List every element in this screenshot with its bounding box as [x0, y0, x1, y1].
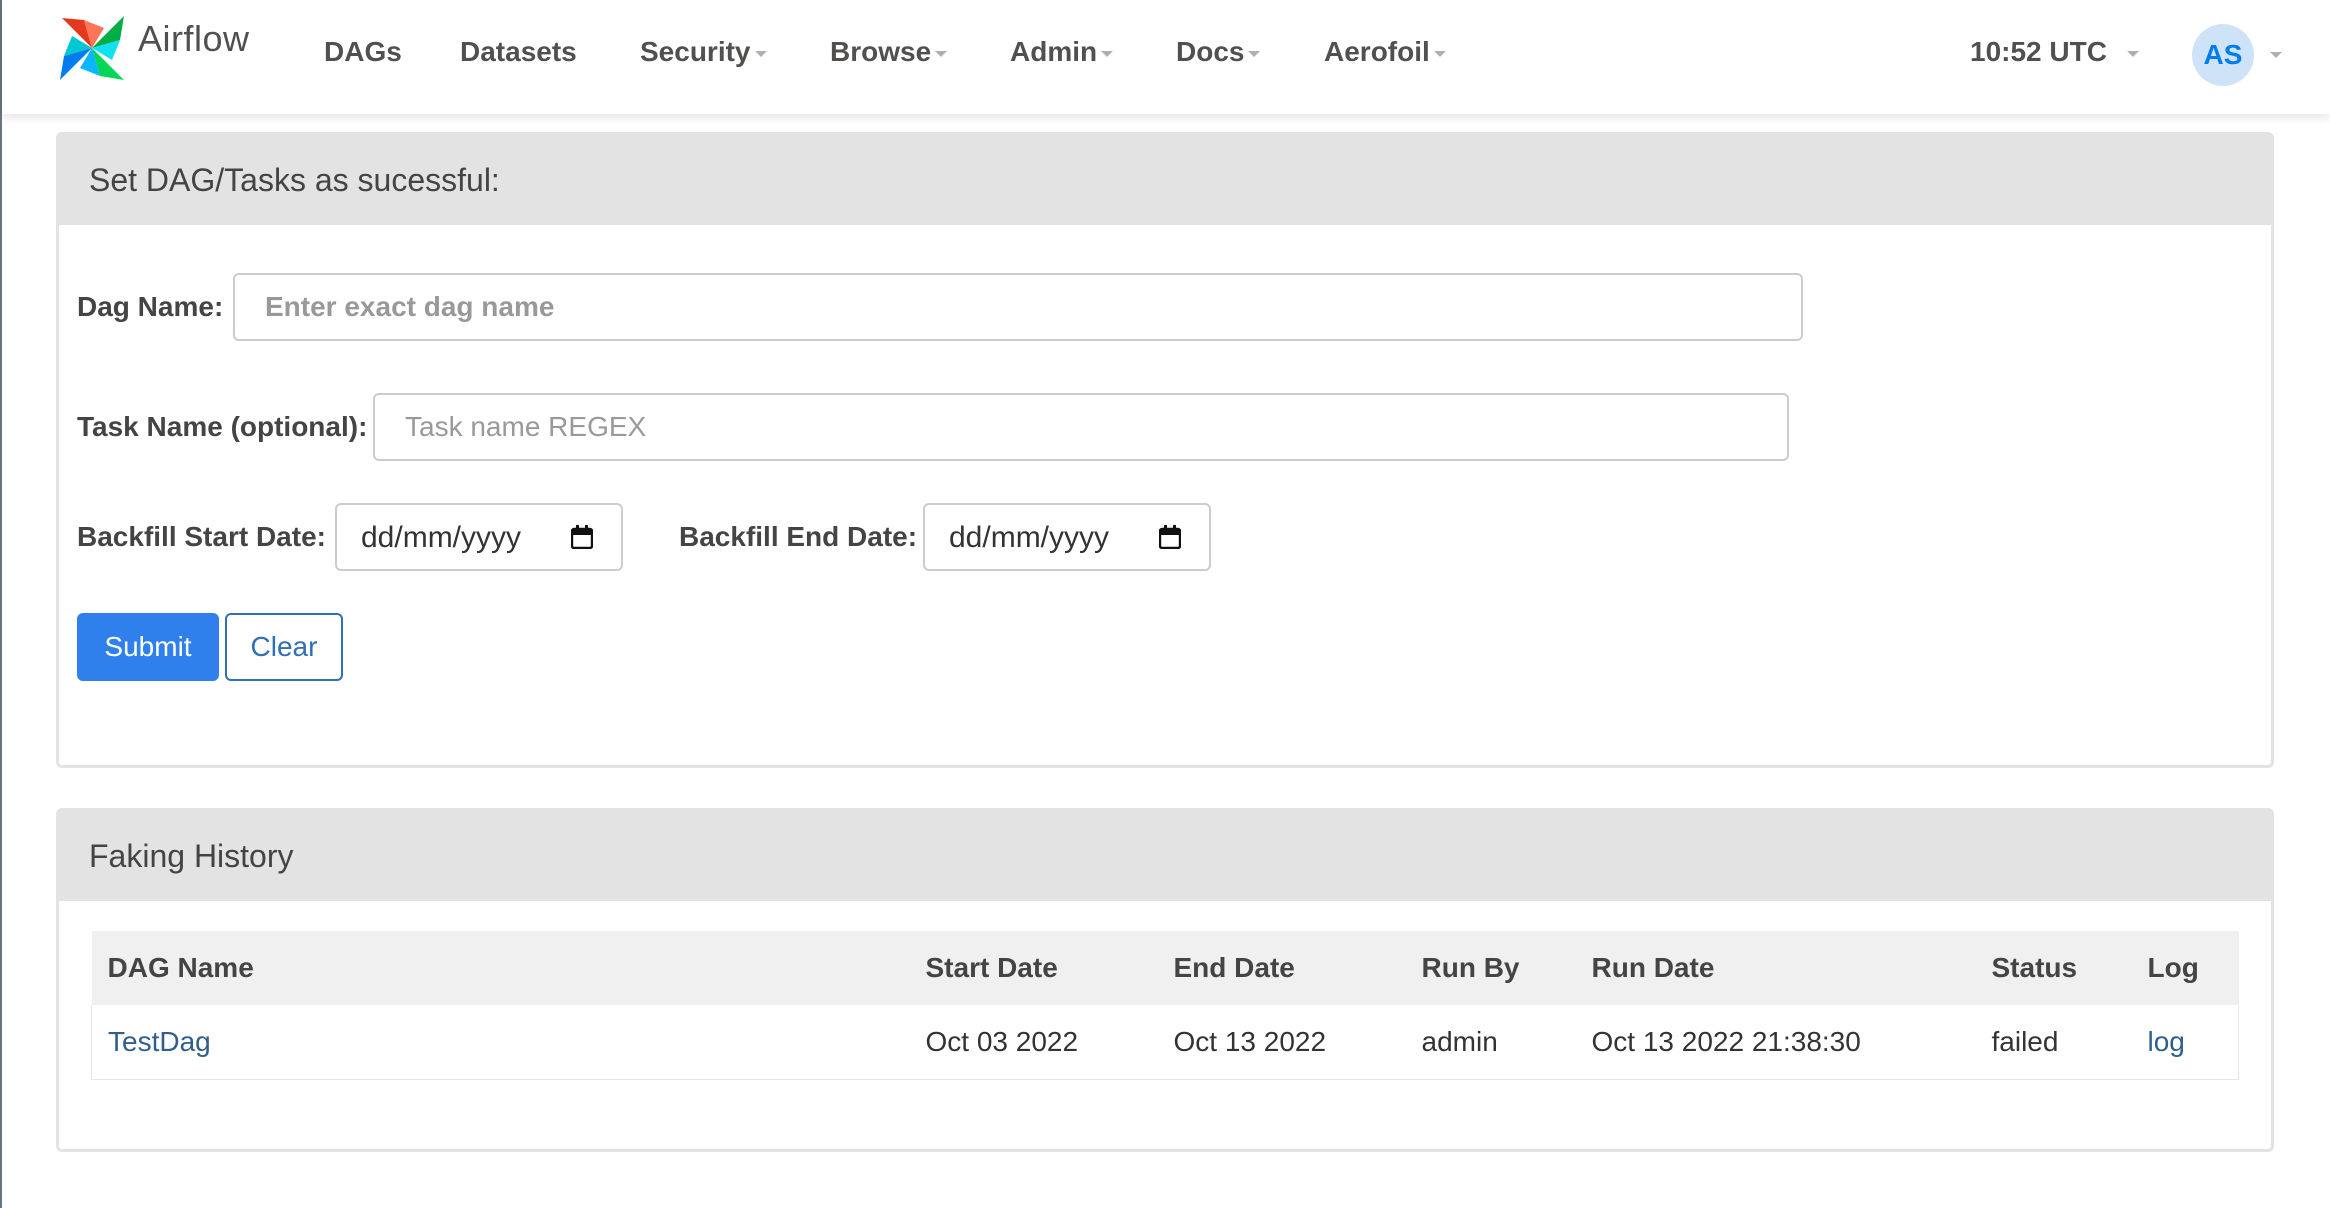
dag-name-cell: TestDag	[91, 1005, 910, 1080]
window-edge	[0, 0, 2, 1208]
end-date-label: Backfill End Date:	[679, 521, 918, 552]
nav-admin[interactable]: Admin	[1010, 30, 1114, 74]
run-by-cell: admin	[1405, 1005, 1576, 1080]
chevron-down-icon	[935, 50, 948, 57]
column-header-run-by: Run By	[1405, 931, 1576, 1005]
user-avatar[interactable]: AS	[2192, 24, 2254, 86]
brand-logo-link[interactable]: Airflow	[54, 10, 250, 86]
column-header-end-date: End Date	[1157, 931, 1406, 1005]
nav-browse[interactable]: Browse	[830, 30, 948, 74]
faking-history-panel: Faking History DAG Name Start Date End D…	[56, 808, 2274, 1152]
run-date-cell: Oct 13 2022 21:38:30	[1575, 1005, 1976, 1080]
dag-link[interactable]: TestDag	[108, 1026, 211, 1057]
chevron-down-icon	[2126, 50, 2139, 57]
log-link[interactable]: log	[2148, 1026, 2185, 1057]
log-cell: log	[2131, 1005, 2239, 1080]
dag-name-label: Dag Name:	[77, 291, 224, 322]
nav-aerofoil[interactable]: Aerofoil	[1324, 30, 1446, 74]
start-date-input[interactable]: dd/mm/yyyy	[335, 503, 623, 571]
panel-title: Faking History	[59, 811, 2271, 901]
start-date-label: Backfill Start Date:	[77, 521, 326, 552]
chevron-down-icon	[1433, 50, 1446, 57]
chevron-down-icon	[1101, 50, 1114, 57]
end-date-value: dd/mm/yyyy	[949, 521, 1110, 554]
column-header-log: Log	[2131, 931, 2239, 1005]
end-date-input[interactable]: dd/mm/yyyy	[923, 503, 1211, 571]
task-name-label: Task Name (optional):	[77, 411, 368, 442]
clear-button[interactable]: Clear	[225, 613, 343, 681]
column-header-status: Status	[1975, 931, 2132, 1005]
top-navbar: Airflow DAGs Datasets Security Browse Ad…	[2, 0, 2330, 114]
nav-docs[interactable]: Docs	[1176, 30, 1261, 74]
start-date-value: dd/mm/yyyy	[361, 521, 522, 554]
status-cell: failed	[1975, 1005, 2132, 1080]
calendar-icon[interactable]	[571, 525, 593, 549]
task-name-input[interactable]	[373, 393, 1789, 461]
panel-title: Set DAG/Tasks as sucessful:	[59, 135, 2271, 225]
dag-name-input[interactable]	[233, 273, 1803, 341]
calendar-icon[interactable]	[1159, 525, 1181, 549]
chevron-down-icon	[1248, 50, 1261, 57]
start-date-cell: Oct 03 2022	[909, 1005, 1158, 1080]
clock-time: 10:52 UTC	[1970, 36, 2107, 67]
column-header-run-date: Run Date	[1575, 931, 1976, 1005]
set-success-panel: Set DAG/Tasks as sucessful: Dag Name: Ta…	[56, 132, 2274, 768]
submit-button[interactable]: Submit	[77, 613, 219, 681]
nav-datasets[interactable]: Datasets	[460, 30, 577, 74]
airflow-pinwheel-icon	[60, 16, 124, 80]
table-header-row: DAG Name Start Date End Date Run By Run …	[91, 931, 2239, 1005]
column-header-start-date: Start Date	[909, 931, 1158, 1005]
timezone-dropdown[interactable]: 10:52 UTC	[1970, 30, 2139, 74]
chevron-down-icon[interactable]	[2270, 52, 2282, 58]
nav-dags[interactable]: DAGs	[324, 30, 402, 74]
column-header-dag-name: DAG Name	[91, 931, 910, 1005]
chevron-down-icon	[754, 50, 767, 57]
history-table: DAG Name Start Date End Date Run By Run …	[91, 931, 2239, 1080]
brand-name: Airflow	[138, 18, 250, 59]
nav-security[interactable]: Security	[640, 30, 767, 74]
end-date-cell: Oct 13 2022	[1157, 1005, 1406, 1080]
table-row: TestDag Oct 03 2022 Oct 13 2022 admin Oc…	[91, 1005, 2239, 1080]
